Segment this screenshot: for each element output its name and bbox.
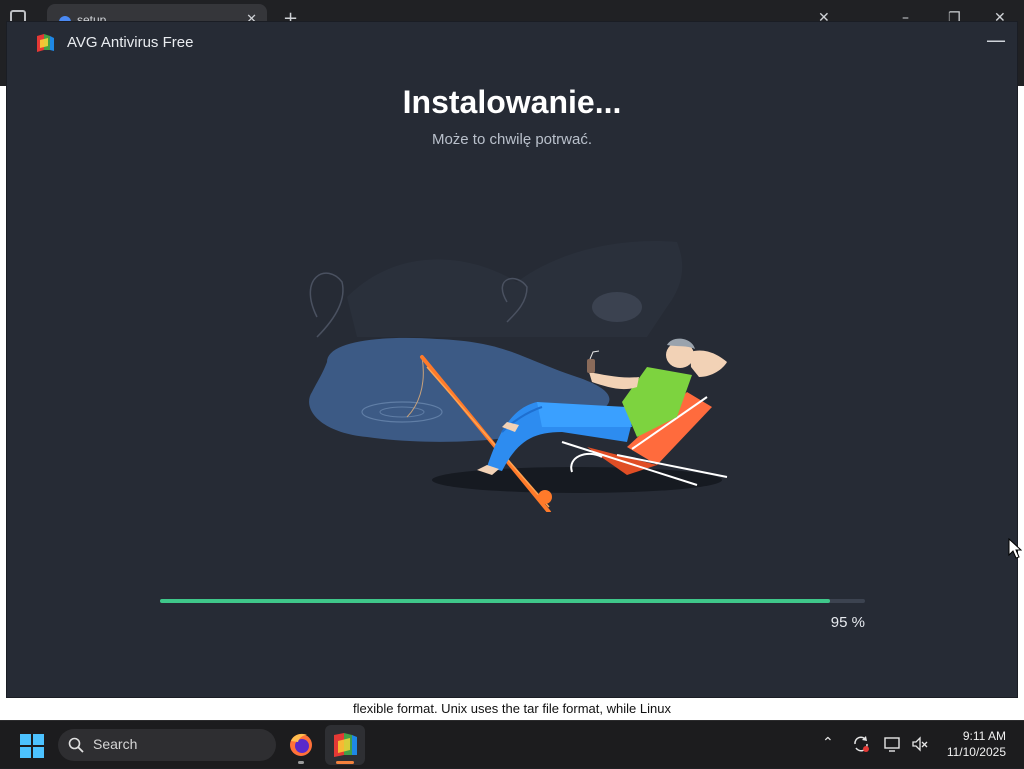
install-progress-label: 95 % [830, 614, 865, 631]
firefox-icon [290, 733, 312, 756]
install-progress-fill [160, 599, 830, 603]
installer-window: AVG Antivirus Free — Instalowanie... Moż… [7, 22, 1017, 697]
taskbar: Search ⌃ 9:11 AM 11/10/2025 [0, 720, 1024, 768]
fishing-illustration [309, 241, 728, 512]
minimize-icon[interactable]: — [986, 28, 1006, 52]
window-title: AVG Antivirus Free [67, 34, 194, 51]
search-icon [68, 737, 84, 753]
firefox-running-indicator [298, 761, 304, 764]
clock-date: 11/10/2025 [946, 745, 1006, 759]
volume-muted-icon[interactable] [911, 735, 929, 753]
firefox-taskbar-button[interactable] [281, 725, 321, 765]
clock-time: 9:11 AM [962, 729, 1006, 743]
sync-icon[interactable] [852, 735, 870, 753]
avg-logo-icon [37, 34, 54, 52]
install-progress-bar [160, 599, 865, 603]
taskbar-search-box[interactable]: Search [58, 729, 276, 761]
install-subheading: Może to chwilę potrwać. [431, 131, 593, 148]
avg-installer-taskbar-button[interactable] [325, 725, 365, 765]
system-clock[interactable]: 9:11 AM 11/10/2025 [947, 728, 1006, 760]
search-placeholder: Search [93, 736, 138, 752]
chevron-up-icon[interactable]: ⌃ [822, 735, 834, 751]
document-text-line: flexible format. Unix uses the tar file … [353, 701, 671, 716]
avg-installer-icon [334, 733, 357, 757]
mouse-cursor-icon [1008, 538, 1022, 559]
display-icon[interactable] [884, 735, 902, 753]
windows-start-icon[interactable] [20, 734, 44, 758]
avg-active-indicator [336, 761, 354, 764]
install-heading: Instalowanie... [402, 84, 622, 120]
